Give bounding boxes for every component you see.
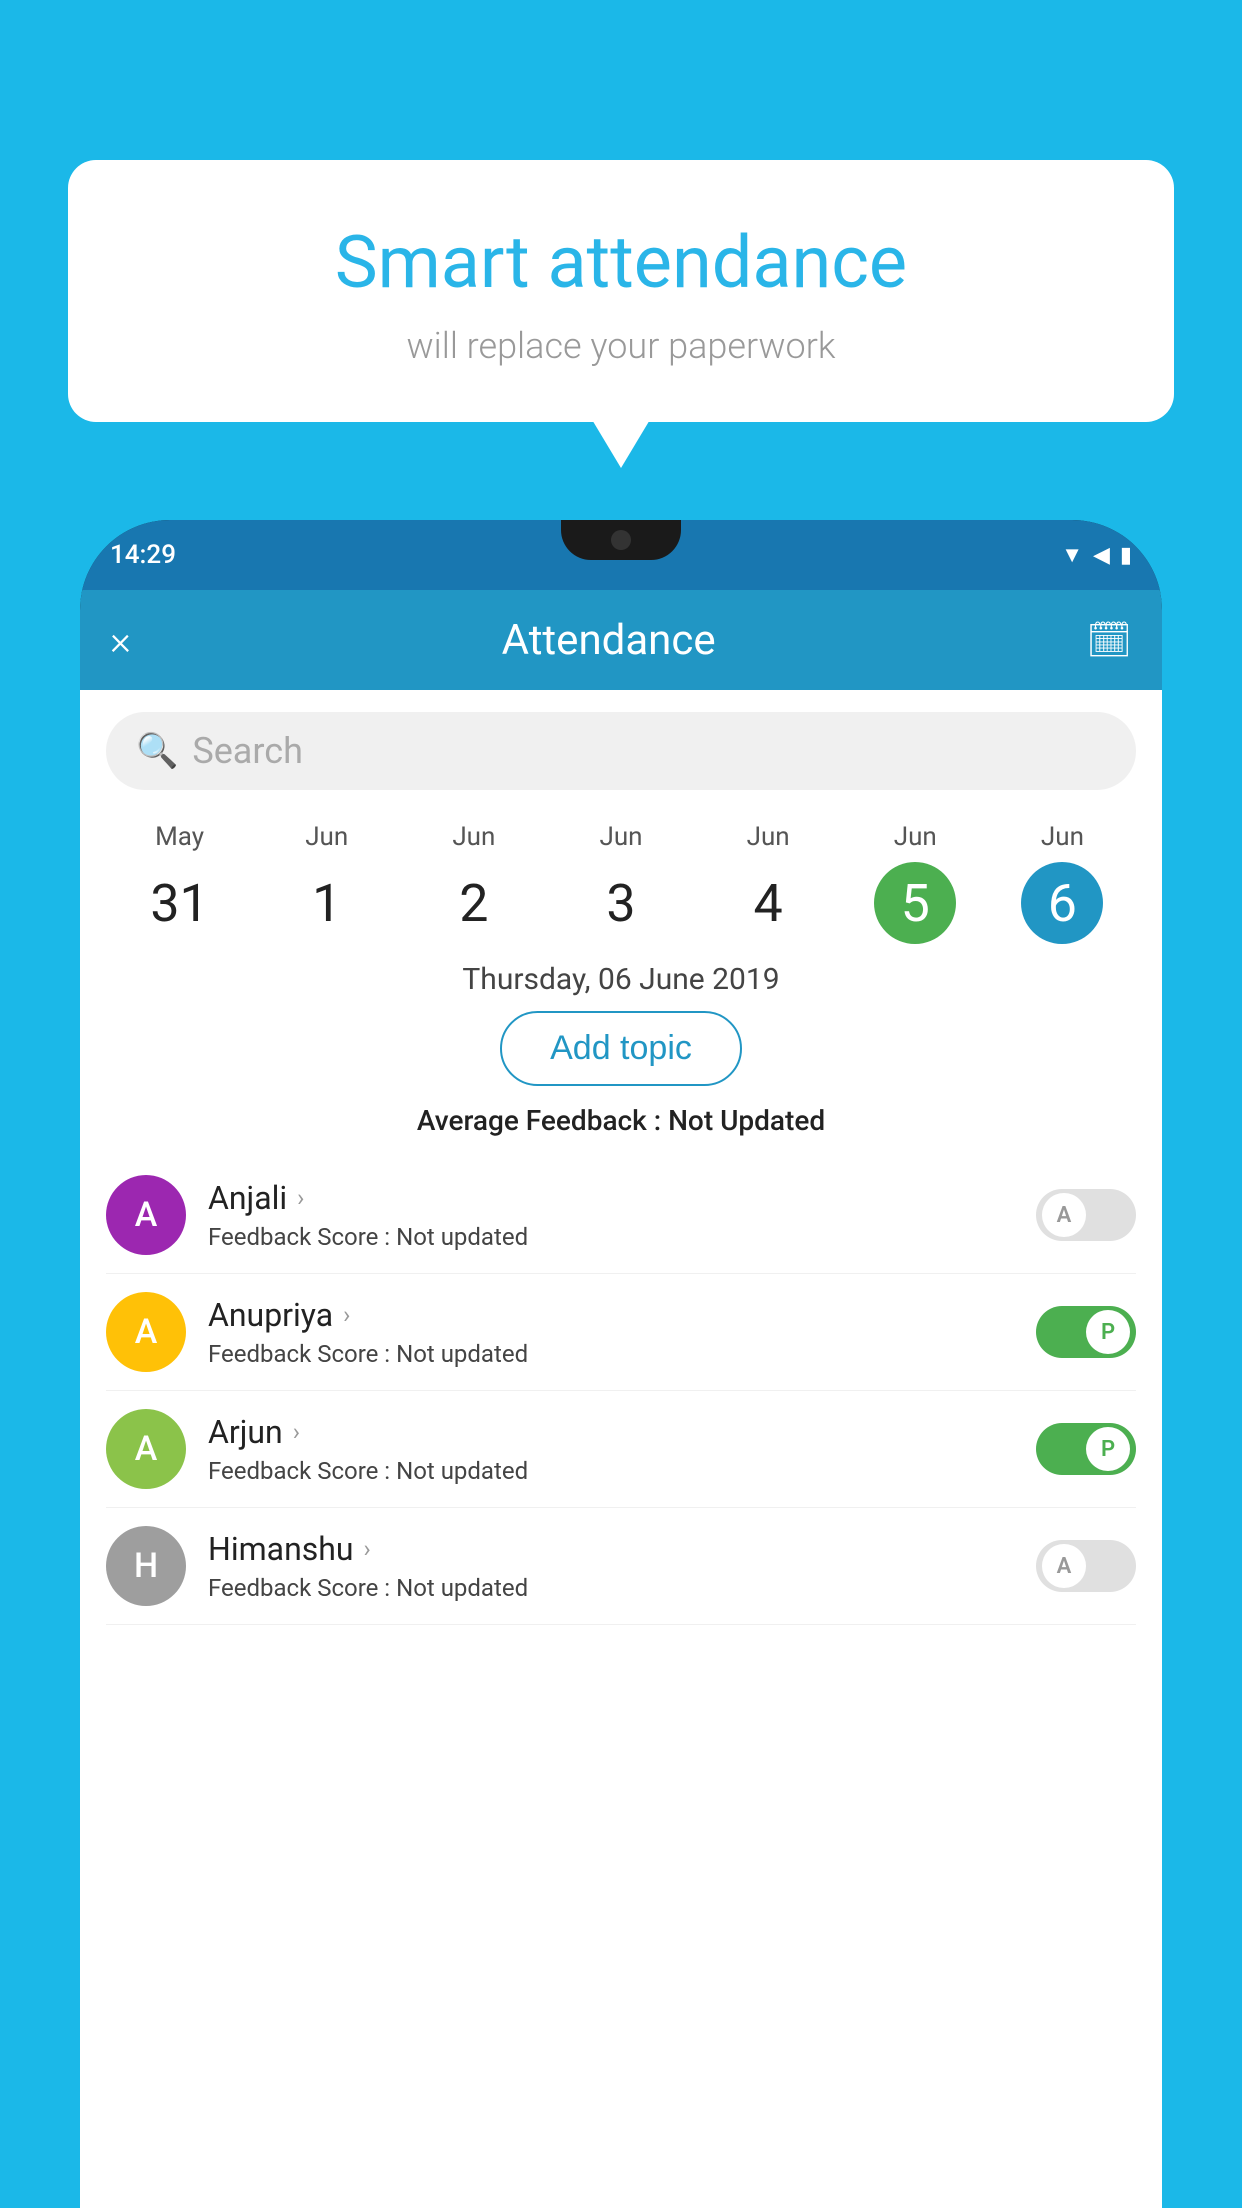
selected-date: Thursday, 06 June 2019 bbox=[80, 944, 1162, 1011]
date-col-1[interactable]: Jun 1 bbox=[253, 822, 400, 944]
student-name-anjali: Anjali › bbox=[208, 1179, 1014, 1217]
toggle-anjali[interactable]: A bbox=[1036, 1189, 1136, 1241]
student-info-anjali: Anjali › Feedback Score : Not updated bbox=[208, 1179, 1014, 1251]
bubble-subtitle: will replace your paperwork bbox=[118, 325, 1124, 367]
search-bar[interactable]: 🔍 Search bbox=[106, 712, 1136, 790]
chevron-icon-anupriya: › bbox=[343, 1301, 350, 1329]
student-item-arjun[interactable]: A Arjun › Feedback Score : Not updated P bbox=[106, 1391, 1136, 1508]
close-button[interactable]: × bbox=[110, 617, 131, 664]
avatar-himanshu: H bbox=[106, 1526, 186, 1606]
calendar-icon[interactable]: 🗓 bbox=[1086, 619, 1132, 661]
date-month-2: Jun bbox=[452, 822, 495, 852]
date-day-1[interactable]: 1 bbox=[286, 862, 368, 944]
avg-feedback-value: Not Updated bbox=[668, 1104, 825, 1137]
toggle-switch-anupriya[interactable]: P bbox=[1036, 1306, 1136, 1358]
phone-frame: 14:29 ▼ ◀ ▮ × Attendance 🗓 🔍 Search Ma bbox=[80, 520, 1162, 2208]
student-item-anjali[interactable]: A Anjali › Feedback Score : Not updated … bbox=[106, 1157, 1136, 1274]
date-picker: May 31 Jun 1 Jun 2 Jun 3 Jun 4 bbox=[80, 812, 1162, 944]
bubble-title: Smart attendance bbox=[118, 220, 1124, 305]
student-name-arjun: Arjun › bbox=[208, 1413, 1014, 1451]
student-name-anupriya: Anupriya › bbox=[208, 1296, 1014, 1334]
wifi-icon: ▼ bbox=[1061, 542, 1083, 568]
search-placeholder: Search bbox=[192, 730, 303, 772]
toggle-anupriya[interactable]: P bbox=[1036, 1306, 1136, 1358]
date-month-3: Jun bbox=[599, 822, 642, 852]
student-feedback-arjun: Feedback Score : Not updated bbox=[208, 1457, 1014, 1485]
date-day-5[interactable]: 5 bbox=[874, 862, 956, 944]
header-title: Attendance bbox=[502, 616, 716, 665]
chevron-icon-arjun: › bbox=[293, 1418, 300, 1446]
student-feedback-anupriya: Feedback Score : Not updated bbox=[208, 1340, 1014, 1368]
date-day-6[interactable]: 6 bbox=[1021, 862, 1103, 944]
avg-feedback: Average Feedback : Not Updated bbox=[80, 1104, 1162, 1137]
app-content: 🔍 Search May 31 Jun 1 Jun 2 Jun bbox=[80, 690, 1162, 2208]
phone-inner: 14:29 ▼ ◀ ▮ × Attendance 🗓 🔍 Search Ma bbox=[80, 520, 1162, 2208]
date-day-0[interactable]: 31 bbox=[139, 862, 221, 944]
status-icons: ▼ ◀ ▮ bbox=[1061, 542, 1132, 568]
phone-notch bbox=[561, 520, 681, 560]
date-col-4[interactable]: Jun 4 bbox=[695, 822, 842, 944]
app-header: × Attendance 🗓 bbox=[80, 590, 1162, 690]
toggle-switch-arjun[interactable]: P bbox=[1036, 1423, 1136, 1475]
camera-notch bbox=[611, 530, 631, 550]
student-feedback-anjali: Feedback Score : Not updated bbox=[208, 1223, 1014, 1251]
student-name-himanshu: Himanshu › bbox=[208, 1530, 1014, 1568]
status-time: 14:29 bbox=[110, 540, 176, 570]
student-item-himanshu[interactable]: H Himanshu › Feedback Score : Not update… bbox=[106, 1508, 1136, 1625]
toggle-switch-anjali[interactable]: A bbox=[1036, 1189, 1136, 1241]
date-month-0: May bbox=[155, 822, 204, 852]
date-month-4: Jun bbox=[747, 822, 790, 852]
date-day-4[interactable]: 4 bbox=[727, 862, 809, 944]
date-col-5[interactable]: Jun 5 bbox=[842, 822, 989, 944]
bubble-card: Smart attendance will replace your paper… bbox=[68, 160, 1174, 422]
toggle-himanshu[interactable]: A bbox=[1036, 1540, 1136, 1592]
date-month-5: Jun bbox=[894, 822, 937, 852]
toggle-switch-himanshu[interactable]: A bbox=[1036, 1540, 1136, 1592]
battery-icon: ▮ bbox=[1120, 543, 1132, 568]
signal-icon: ◀ bbox=[1093, 543, 1110, 568]
toggle-thumb-arjun: P bbox=[1086, 1427, 1130, 1471]
date-month-6: Jun bbox=[1041, 822, 1084, 852]
date-day-2[interactable]: 2 bbox=[433, 862, 515, 944]
avatar-arjun: A bbox=[106, 1409, 186, 1489]
chevron-icon-himanshu: › bbox=[364, 1535, 371, 1563]
search-icon: 🔍 bbox=[136, 731, 178, 771]
avg-feedback-label: Average Feedback : bbox=[417, 1104, 668, 1137]
date-day-3[interactable]: 3 bbox=[580, 862, 662, 944]
speech-bubble: Smart attendance will replace your paper… bbox=[68, 160, 1174, 422]
avatar-anjali: A bbox=[106, 1175, 186, 1255]
avatar-anupriya: A bbox=[106, 1292, 186, 1372]
student-info-himanshu: Himanshu › Feedback Score : Not updated bbox=[208, 1530, 1014, 1602]
toggle-thumb-anjali: A bbox=[1042, 1193, 1086, 1237]
date-col-6[interactable]: Jun 6 bbox=[989, 822, 1136, 944]
date-col-0[interactable]: May 31 bbox=[106, 822, 253, 944]
status-bar: 14:29 ▼ ◀ ▮ bbox=[80, 520, 1162, 590]
toggle-thumb-himanshu: A bbox=[1042, 1544, 1086, 1588]
student-info-anupriya: Anupriya › Feedback Score : Not updated bbox=[208, 1296, 1014, 1368]
add-topic-button[interactable]: Add topic bbox=[500, 1011, 742, 1086]
student-feedback-himanshu: Feedback Score : Not updated bbox=[208, 1574, 1014, 1602]
toggle-arjun[interactable]: P bbox=[1036, 1423, 1136, 1475]
date-col-3[interactable]: Jun 3 bbox=[547, 822, 694, 944]
student-item-anupriya[interactable]: A Anupriya › Feedback Score : Not update… bbox=[106, 1274, 1136, 1391]
chevron-icon-anjali: › bbox=[297, 1184, 304, 1212]
student-list: A Anjali › Feedback Score : Not updated … bbox=[80, 1157, 1162, 1625]
date-month-1: Jun bbox=[305, 822, 348, 852]
student-info-arjun: Arjun › Feedback Score : Not updated bbox=[208, 1413, 1014, 1485]
date-col-2[interactable]: Jun 2 bbox=[400, 822, 547, 944]
toggle-thumb-anupriya: P bbox=[1086, 1310, 1130, 1354]
